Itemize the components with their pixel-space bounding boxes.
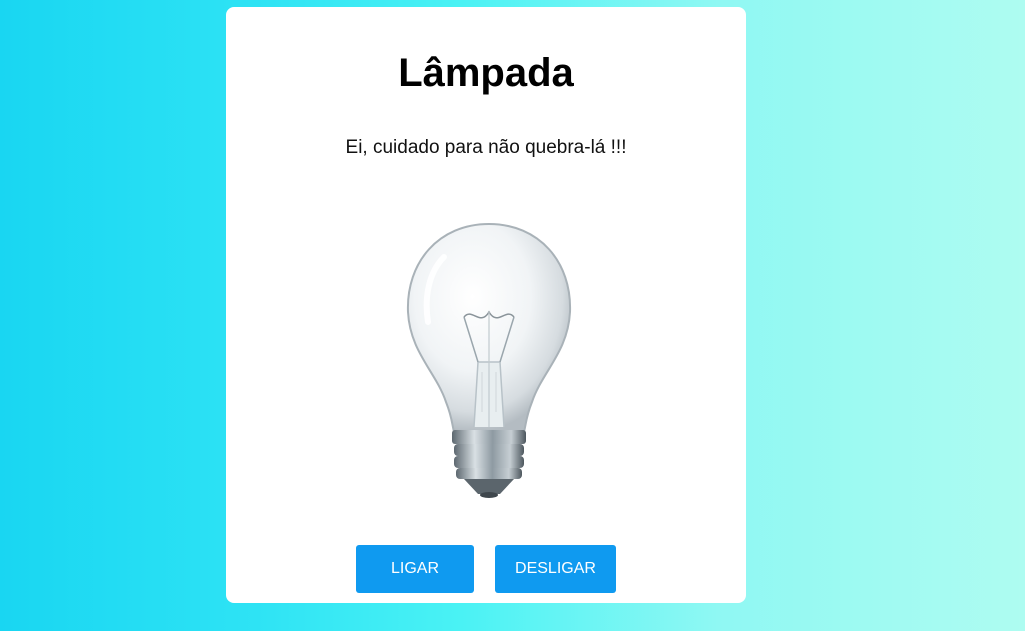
warning-text: Ei, cuidado para não quebra-lá !!! [345,137,627,158]
turn-on-button[interactable]: LIGAR [356,545,474,593]
turn-off-button[interactable]: DESLIGAR [495,545,616,593]
lamp-card: Lâmpada Ei, cuidado para não quebra-lá !… [226,7,746,603]
page-title: Lâmpada [398,51,574,95]
lightbulb-off-icon[interactable] [394,212,584,512]
button-group: LIGAR DESLIGAR [226,545,746,593]
